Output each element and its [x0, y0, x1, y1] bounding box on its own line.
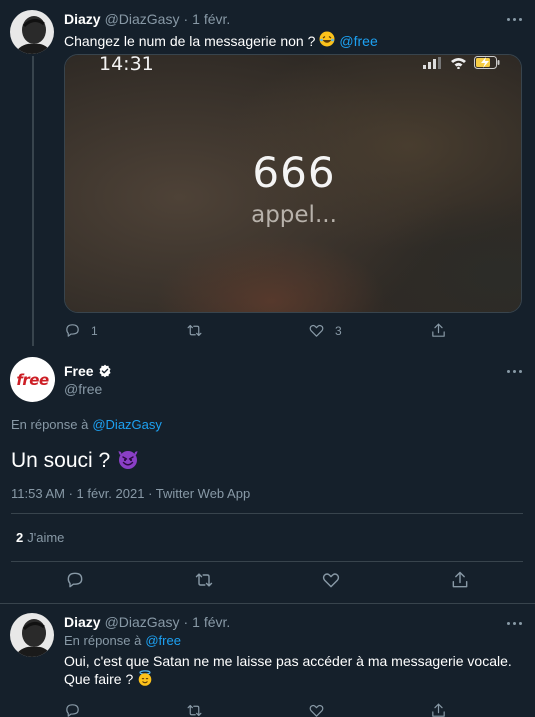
avatar-free[interactable]: free: [10, 357, 55, 402]
smiling-devil-emoji-icon: [116, 446, 140, 476]
free-logo-text: free: [16, 371, 49, 389]
tweet3-date[interactable]: 1 févr.: [192, 614, 230, 630]
retweet-icon: [195, 573, 213, 587]
tweet3-body: Oui, c'est que Satan ne me laisse pas ac…: [64, 653, 512, 687]
tweet1-retweet-button[interactable]: [186, 322, 203, 339]
tweet1-more-icon[interactable]: [503, 12, 525, 26]
tweet2-likes-count: 2: [16, 530, 24, 545]
tweet3-reply-to[interactable]: @free: [145, 633, 181, 648]
tweet2-likes-summary[interactable]: 2 J'aime: [16, 530, 64, 545]
phone-status-time: 14:31: [99, 54, 154, 75]
tweet3-reply-button[interactable]: [64, 702, 81, 717]
call-number: 666: [252, 148, 336, 197]
retweet-icon: [187, 704, 202, 717]
reply-icon: [67, 572, 83, 588]
tweet1-header: Diazy @DiazGasy · 1 févr.: [64, 11, 230, 27]
tweet1-reply-button[interactable]: 1: [64, 322, 98, 339]
avatar-diazy-reply-image: [10, 613, 54, 657]
tweet3-share-button[interactable]: [430, 702, 447, 717]
reply-icon: [66, 324, 79, 337]
tweet1-display-name[interactable]: Diazy: [64, 11, 101, 27]
tweet1-share-button[interactable]: [430, 322, 447, 339]
tweet1-date[interactable]: 1 févr.: [192, 11, 230, 27]
tweet2-display-name[interactable]: Free: [64, 363, 94, 379]
tweet2-name-row: Free: [64, 363, 112, 379]
share-icon: [432, 323, 445, 337]
tweet2-share-button[interactable]: [450, 570, 470, 595]
reply-icon: [66, 704, 79, 717]
tweet2-timestamp[interactable]: 11:53 AM · 1 févr. 2021 · Twitter Web Ap…: [11, 486, 250, 501]
tweet3-retweet-button[interactable]: [186, 702, 203, 717]
tweet2-reply-to[interactable]: @DiazGasy: [92, 417, 162, 432]
laughing-emoji-icon: [319, 31, 335, 50]
tweet1-mention-free[interactable]: @free: [339, 33, 377, 49]
tweet2-text: Un souci ?: [11, 446, 140, 476]
wifi-icon: [451, 57, 466, 69]
tweet1-like-count: 3: [335, 323, 342, 338]
tweet1-media[interactable]: 14:31 666 appel...: [64, 54, 522, 313]
tweet3-display-name[interactable]: Diazy: [64, 614, 101, 630]
tweet2-divider-top: [11, 513, 523, 514]
tweet3-header: Diazy @DiazGasy · 1 févr.: [64, 614, 230, 630]
tweet3-separator: ·: [183, 614, 189, 630]
thread-line: [32, 56, 34, 346]
tweet2-bottom-border: [0, 603, 535, 604]
share-icon: [432, 703, 445, 717]
tweet2-retweet-button[interactable]: [194, 570, 214, 595]
tweet2-divider-bottom: [11, 561, 523, 562]
signal-icon: [423, 56, 441, 69]
tweet3-reply-context: En réponse à @free: [64, 633, 181, 648]
heart-icon: [322, 573, 340, 588]
tweet1-like-button[interactable]: 3: [308, 322, 342, 339]
tweet2-reply-button[interactable]: [65, 570, 85, 595]
battery-charging-icon: [474, 56, 500, 69]
tweet2-like-button[interactable]: [321, 570, 341, 595]
avatar-diazy-image: [10, 10, 54, 54]
tweet3-more-icon[interactable]: [503, 616, 525, 630]
tweet3-text: Oui, c'est que Satan ne me laisse pas ac…: [64, 653, 519, 690]
call-status: appel...: [251, 202, 337, 228]
tweet2-reply-context: En réponse à @DiazGasy: [11, 417, 162, 432]
heart-icon: [309, 704, 324, 717]
heart-icon: [309, 324, 324, 337]
tweet2-likes-label: J'aime: [27, 530, 65, 545]
smiling-halo-emoji-icon: [137, 670, 153, 690]
tweet1-text: Changez le num de la messagerie non ? @f…: [64, 31, 378, 50]
tweet2-body: Un souci ?: [11, 449, 111, 472]
tweet3-reply-prefix: En réponse à: [64, 633, 142, 648]
tweet1-body: Changez le num de la messagerie non ?: [64, 32, 316, 49]
share-icon: [452, 571, 468, 588]
verified-badge-icon: [99, 364, 111, 378]
tweet1-handle[interactable]: @DiazGasy: [105, 11, 180, 27]
tweet3-like-button[interactable]: [308, 702, 325, 717]
phone-status-icons: [423, 56, 500, 69]
tweet2-reply-prefix: En réponse à: [11, 417, 89, 432]
avatar-diazy-reply[interactable]: [10, 613, 54, 657]
retweet-icon: [187, 324, 202, 337]
tweet3-handle[interactable]: @DiazGasy: [105, 614, 180, 630]
tweet2-handle[interactable]: @free: [64, 381, 102, 397]
avatar-diazy[interactable]: [10, 10, 54, 54]
tweet1-reply-count: 1: [91, 323, 98, 338]
tweet2-more-icon[interactable]: [503, 364, 525, 378]
tweet1-separator: ·: [183, 11, 189, 27]
